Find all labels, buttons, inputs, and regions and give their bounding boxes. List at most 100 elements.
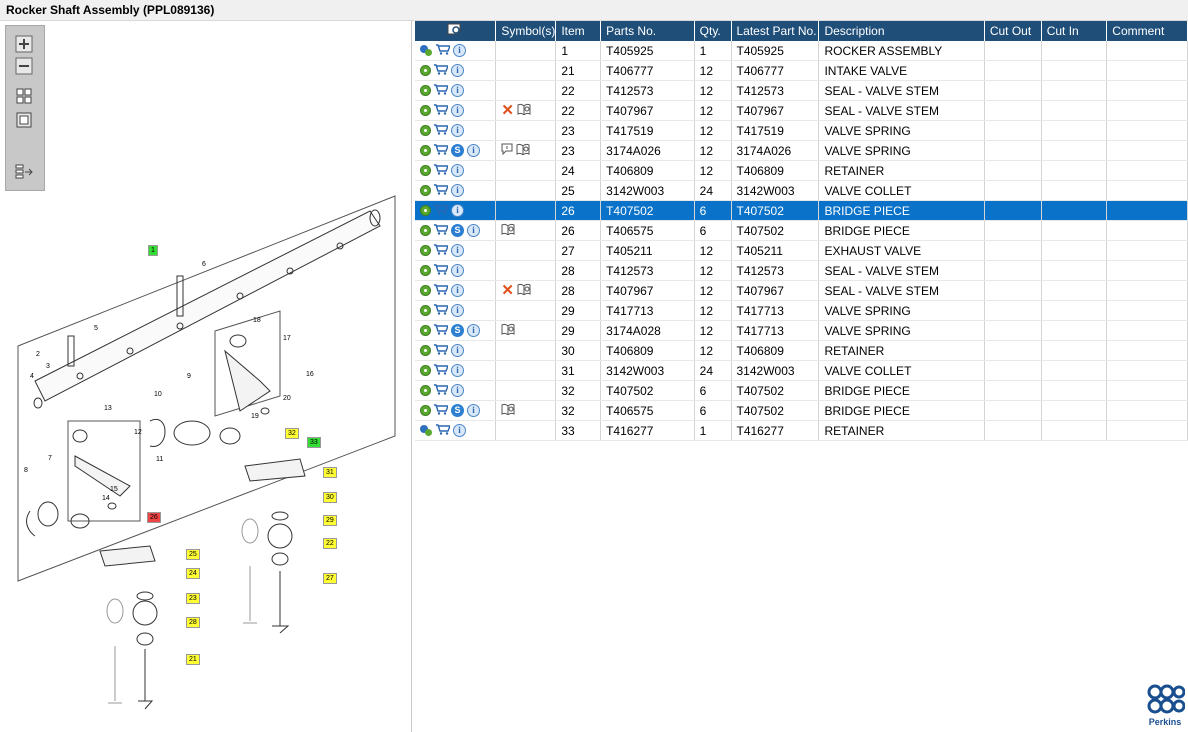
- note-book-icon[interactable]: [517, 283, 532, 298]
- info-icon[interactable]: i: [451, 244, 464, 258]
- table-row[interactable]: i 23 T417519 12 T417519 VALVE SPRING: [415, 120, 1188, 141]
- column-header-cut-out[interactable]: Cut Out: [984, 21, 1042, 41]
- callout-30[interactable]: 30: [323, 492, 337, 503]
- info-icon[interactable]: i: [451, 204, 464, 218]
- assembly-icon[interactable]: [420, 425, 433, 437]
- add-to-cart-icon[interactable]: [434, 344, 450, 358]
- table-row[interactable]: i 25 3142W003 24 3142W003 VALVE COLLET: [415, 180, 1188, 201]
- callout-6[interactable]: 6: [200, 260, 208, 269]
- supersession-icon[interactable]: S: [451, 144, 464, 158]
- info-icon[interactable]: i: [451, 364, 464, 378]
- configure-icon[interactable]: [420, 125, 431, 137]
- table-row[interactable]: i 29 T417713 12 T417713 VALVE SPRING: [415, 300, 1188, 321]
- info-icon[interactable]: i: [451, 184, 464, 198]
- callout-1[interactable]: 1: [148, 245, 158, 256]
- callout-26[interactable]: 26: [147, 512, 161, 523]
- add-to-cart-icon[interactable]: [436, 424, 452, 438]
- callout-10[interactable]: 10: [152, 390, 164, 399]
- callout-27[interactable]: 27: [323, 573, 337, 584]
- column-header-comment[interactable]: Comment: [1106, 21, 1188, 41]
- configure-icon[interactable]: [420, 325, 431, 337]
- callout-8[interactable]: 8: [22, 466, 30, 475]
- configure-icon[interactable]: [420, 385, 431, 397]
- configure-icon[interactable]: [420, 245, 431, 257]
- info-icon[interactable]: i: [451, 344, 464, 358]
- info-icon[interactable]: i: [453, 424, 466, 438]
- toggle-list-icon[interactable]: [14, 162, 34, 182]
- table-row[interactable]: i 31 3142W003 24 3142W003 VALVE COLLET: [415, 360, 1188, 381]
- add-to-cart-icon[interactable]: [434, 64, 450, 78]
- table-row[interactable]: i 22 T412573 12 T412573 SEAL - VALVE STEM: [415, 80, 1188, 101]
- info-icon[interactable]: i: [467, 324, 480, 338]
- info-icon[interactable]: i: [451, 304, 464, 318]
- configure-icon[interactable]: [420, 285, 431, 297]
- table-row[interactable]: i 26 T407502 6 T407502 BRIDGE PIECE: [415, 200, 1188, 221]
- info-icon[interactable]: i: [451, 64, 464, 78]
- column-header-latest-part-no[interactable]: Latest Part No.: [731, 21, 820, 41]
- comment-icon[interactable]: [501, 143, 513, 158]
- table-row[interactable]: i 21 T406777 12 T406777 INTAKE VALVE: [415, 60, 1188, 81]
- info-icon[interactable]: i: [451, 104, 464, 118]
- callout-32[interactable]: 32: [285, 428, 299, 439]
- zoom-out-icon[interactable]: [14, 56, 34, 76]
- callout-21[interactable]: 21: [186, 654, 200, 665]
- column-header-parts-no[interactable]: Parts No.: [600, 21, 695, 41]
- table-row[interactable]: i 33 T416277 1 T416277 RETAINER: [415, 420, 1188, 441]
- column-header-description[interactable]: Description: [818, 21, 985, 41]
- find-in-diagram-icon[interactable]: [415, 21, 497, 41]
- configure-icon[interactable]: [420, 165, 431, 177]
- diagram-pane[interactable]: 1 6 2 3 4 5 7 8 9 10 11 12 13 14 15 16 17 18 19 20 26 25 24 23 2…: [0, 21, 412, 732]
- configure-icon[interactable]: [420, 185, 431, 197]
- add-to-cart-icon[interactable]: [434, 304, 450, 318]
- callout-16[interactable]: 16: [304, 370, 316, 379]
- add-to-cart-icon[interactable]: [436, 44, 452, 58]
- callout-24[interactable]: 24: [186, 568, 200, 579]
- configure-icon[interactable]: [420, 105, 431, 117]
- callout-20[interactable]: 20: [281, 394, 293, 403]
- table-row[interactable]: Si 23 3174A026 12 3174A026 VALVE SPRING: [415, 140, 1188, 161]
- configure-icon[interactable]: [420, 365, 431, 377]
- note-book-icon[interactable]: [501, 223, 516, 238]
- configure-icon[interactable]: [420, 265, 431, 277]
- add-to-cart-icon[interactable]: [434, 84, 450, 98]
- info-icon[interactable]: i: [451, 384, 464, 398]
- table-row[interactable]: i ✕ 22 T407967 12 T407967 SEAL - VALVE STEM: [415, 100, 1188, 121]
- table-row[interactable]: i 1 T405925 1 T405925 ROCKER ASSEMBLY: [415, 41, 1188, 61]
- supersession-icon[interactable]: S: [451, 404, 464, 418]
- callout-11[interactable]: 11: [154, 455, 165, 464]
- add-to-cart-icon[interactable]: [434, 364, 450, 378]
- callout-7[interactable]: 7: [46, 454, 54, 463]
- callout-2[interactable]: 2: [34, 350, 42, 359]
- add-to-cart-icon[interactable]: [434, 224, 450, 238]
- table-row[interactable]: Si 32 T406575 6 T407502 BRIDGE PIECE: [415, 400, 1188, 421]
- add-to-cart-icon[interactable]: [434, 184, 450, 198]
- note-book-icon[interactable]: [501, 403, 516, 418]
- table-row[interactable]: Si 26 T406575 6 T407502 BRIDGE PIECE: [415, 220, 1188, 241]
- zoom-in-icon[interactable]: [14, 34, 34, 54]
- add-to-cart-icon[interactable]: [434, 164, 450, 178]
- callout-18[interactable]: 18: [251, 316, 263, 325]
- configure-icon[interactable]: [420, 305, 431, 317]
- callout-31[interactable]: 31: [323, 467, 337, 478]
- add-to-cart-icon[interactable]: [434, 244, 450, 258]
- info-icon[interactable]: i: [451, 164, 464, 178]
- callout-12[interactable]: 12: [132, 428, 144, 437]
- table-row[interactable]: i 30 T406809 12 T406809 RETAINER: [415, 340, 1188, 361]
- callout-29[interactable]: 29: [323, 515, 337, 526]
- column-header-qty[interactable]: Qty.: [694, 21, 732, 41]
- callout-5[interactable]: 5: [92, 324, 100, 333]
- table-row[interactable]: i ✕ 28 T407967 12 T407967 SEAL - VALVE STEM: [415, 280, 1188, 301]
- callout-15[interactable]: 15: [108, 485, 120, 494]
- add-to-cart-icon[interactable]: [434, 124, 450, 138]
- callout-23[interactable]: 23: [186, 593, 200, 604]
- note-book-icon[interactable]: [516, 143, 531, 158]
- callout-3[interactable]: 3: [44, 362, 52, 371]
- callout-19[interactable]: 19: [249, 412, 261, 421]
- fit-all-icon[interactable]: [14, 86, 34, 106]
- table-row[interactable]: i 32 T407502 6 T407502 BRIDGE PIECE: [415, 380, 1188, 401]
- info-icon[interactable]: i: [453, 44, 466, 58]
- add-to-cart-icon[interactable]: [434, 384, 450, 398]
- info-icon[interactable]: i: [467, 224, 480, 238]
- configure-icon[interactable]: [420, 145, 431, 157]
- callout-4[interactable]: 4: [28, 372, 36, 381]
